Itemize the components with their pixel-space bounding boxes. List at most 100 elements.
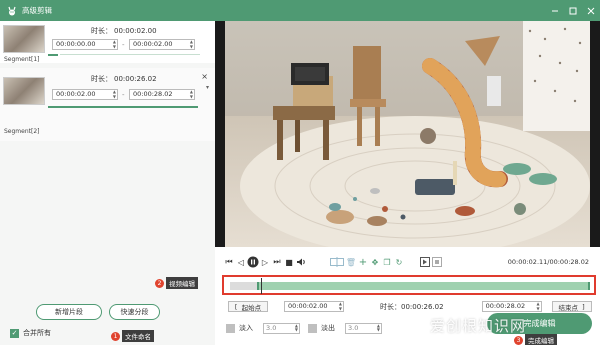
segment-progress xyxy=(48,54,58,56)
duration-label: 时长： xyxy=(91,75,112,83)
set-start-button[interactable]: [ 起始点 xyxy=(228,301,268,312)
watermark-text: 爱创根知识网 xyxy=(430,317,527,335)
annotation-video-edit: 2 视频编辑 xyxy=(155,277,198,289)
annotation-label: 完成编辑 xyxy=(525,334,557,345)
segment-item-selected[interactable]: Segment[2] 时长： 00:00:26.02 × ▾ 00:00:02.0… xyxy=(0,68,215,141)
merge-all-label: 合并所有 xyxy=(23,329,51,337)
stepper-icon[interactable]: ▲ ▼ xyxy=(377,323,380,333)
skip-to-end-icon[interactable]: ⏭ xyxy=(271,255,283,269)
duration-label: 时长： xyxy=(91,27,112,35)
start-time-field[interactable]: 00:00:02.00 ▲ ▼ xyxy=(284,301,344,312)
end-time-field[interactable]: 00:00:28.02 ▲ ▼ xyxy=(481,301,542,312)
segment-panel: Segment[1] 时长： 00:00:02.00 00:00:00.00 ▲ ▼… xyxy=(0,21,215,345)
title-bar: 高级剪辑 xyxy=(0,0,600,21)
new-segment-button[interactable]: 新增片段 xyxy=(36,304,102,320)
annotation-number: 2 xyxy=(155,278,164,288)
stepper-icon[interactable]: ▲ ▼ xyxy=(113,39,116,49)
chevron-down-icon[interactable]: ▾ xyxy=(206,84,209,91)
segment-progress xyxy=(48,106,198,108)
app-logo-icon xyxy=(6,5,17,16)
split-icon[interactable] xyxy=(329,255,345,269)
fade-out-field[interactable]: 3.0 ▲ ▼ xyxy=(345,322,382,334)
end-time-value: 00:00:28.02 xyxy=(133,90,173,98)
stepper-icon[interactable]: ▲ ▼ xyxy=(339,301,342,311)
video-player[interactable] xyxy=(215,21,600,247)
stepper-icon[interactable]: ▲ ▼ xyxy=(190,89,193,99)
stepper-icon[interactable]: ▲ ▼ xyxy=(537,301,540,311)
duration-value: 00:00:26.02 xyxy=(401,302,444,311)
segment-name: Segment[2] xyxy=(4,128,40,135)
fade-in-field[interactable]: 3.0 ▲ ▼ xyxy=(263,322,300,334)
trim-row: [ 起始点 00:00:02.00 ▲ ▼ 时长： 00:00:26.02 00:… xyxy=(228,300,592,313)
window-title: 高级剪辑 xyxy=(22,6,52,15)
start-time-value: 00:00:00.00 xyxy=(56,40,96,48)
finish-edit-label: 完成编辑 xyxy=(523,319,556,328)
timeline-selection[interactable] xyxy=(257,282,590,290)
video-frame[interactable] xyxy=(225,21,590,247)
fade-out-checkbox[interactable] xyxy=(308,323,317,333)
end-time-field[interactable]: 00:00:28.02 ▲ ▼ xyxy=(129,89,195,100)
timeline-track[interactable] xyxy=(230,278,590,294)
set-end-button[interactable]: 结束点 ] xyxy=(551,301,592,312)
volume-icon[interactable] xyxy=(295,255,307,269)
duration-value: 00:00:26.02 xyxy=(114,75,157,83)
mark-in-icon[interactable] xyxy=(419,255,431,269)
quick-split-button[interactable]: 快速分段 xyxy=(109,304,160,320)
previous-frame-icon[interactable]: ◁ xyxy=(235,255,247,269)
merge-all-option[interactable]: ✓ 合并所有 xyxy=(10,328,51,338)
fade-out-label: 淡出 xyxy=(321,324,335,332)
playback-time: 00:00:02.11/00:00:28.02 xyxy=(507,258,589,266)
minimize-button[interactable] xyxy=(546,0,564,21)
segment-duration: 时长： 00:00:26.02 xyxy=(91,74,157,84)
segment-thumbnail xyxy=(3,25,45,53)
end-time-value: 00:00:28.02 xyxy=(485,302,526,310)
video-preview-image xyxy=(225,21,590,247)
fade-out-value: 3.0 xyxy=(348,323,359,332)
skip-to-start-icon[interactable]: ⏮ xyxy=(223,255,235,269)
mark-out-icon[interactable] xyxy=(431,255,443,269)
annotation-label: 视频编辑 xyxy=(166,277,198,289)
playhead[interactable] xyxy=(261,278,262,294)
delete-icon[interactable]: 🗑 xyxy=(345,255,357,269)
start-time-field[interactable]: 00:00:00.00 ▲ ▼ xyxy=(52,39,118,50)
end-time-value: 00:00:02.00 xyxy=(133,40,173,48)
start-time-field[interactable]: 00:00:02.00 ▲ ▼ xyxy=(52,89,118,100)
stepper-icon[interactable]: ▲ ▼ xyxy=(113,89,116,99)
segment-duration: 时长： 00:00:02.00 xyxy=(91,26,157,36)
start-time-value: 00:00:02.00 xyxy=(288,302,328,310)
copy-icon[interactable]: ❐ xyxy=(381,255,393,269)
annotation-number: 1 xyxy=(111,331,120,341)
annotation-number: 3 xyxy=(514,335,523,345)
fade-in-label: 淡入 xyxy=(239,324,253,332)
end-time-field[interactable]: 00:00:02.00 ▲ ▼ xyxy=(129,39,195,50)
checkbox-checked-icon[interactable]: ✓ xyxy=(10,328,19,338)
duration-label: 时长： xyxy=(380,302,401,311)
fade-in-checkbox[interactable] xyxy=(226,323,235,333)
editor-panel: ⏮ ◁ ▷ ⏭ ■ 🗑 + ✥ ❐ ↻ 00:00:02.11/00:00:28… xyxy=(155,21,600,345)
fade-in-value: 3.0 xyxy=(266,323,277,332)
segment-track xyxy=(60,54,200,55)
time-separator: - xyxy=(122,41,125,49)
end-point-label: 结束点 xyxy=(558,303,578,312)
maximize-button[interactable] xyxy=(564,0,582,21)
stop-icon[interactable]: ■ xyxy=(283,255,295,269)
duration-value: 00:00:02.00 xyxy=(114,27,157,35)
segment-name: Segment[1] xyxy=(4,56,40,63)
start-point-label: 起始点 xyxy=(241,303,262,312)
fade-row: 淡入 3.0 ▲ ▼ 淡出 3.0 ▲ ▼ xyxy=(226,321,382,335)
timeline[interactable] xyxy=(222,275,596,295)
next-frame-icon[interactable]: ▷ xyxy=(259,255,271,269)
move-icon[interactable]: ✥ xyxy=(369,255,381,269)
pause-button[interactable] xyxy=(247,255,259,269)
annotation-label: 文件命名 xyxy=(122,330,154,342)
add-icon[interactable]: + xyxy=(357,255,369,269)
stepper-icon[interactable]: ▲ ▼ xyxy=(190,39,193,49)
annotation-file-naming: 1 文件命名 xyxy=(111,330,154,342)
close-icon[interactable]: × xyxy=(201,72,208,81)
stepper-icon[interactable]: ▲ ▼ xyxy=(295,323,298,333)
segment-item[interactable]: Segment[1] 时长： 00:00:02.00 00:00:00.00 ▲ ▼… xyxy=(0,21,215,63)
refresh-icon[interactable]: ↻ xyxy=(393,255,405,269)
close-button[interactable] xyxy=(582,0,600,21)
start-time-value: 00:00:02.00 xyxy=(56,90,96,98)
time-separator: - xyxy=(122,91,125,99)
